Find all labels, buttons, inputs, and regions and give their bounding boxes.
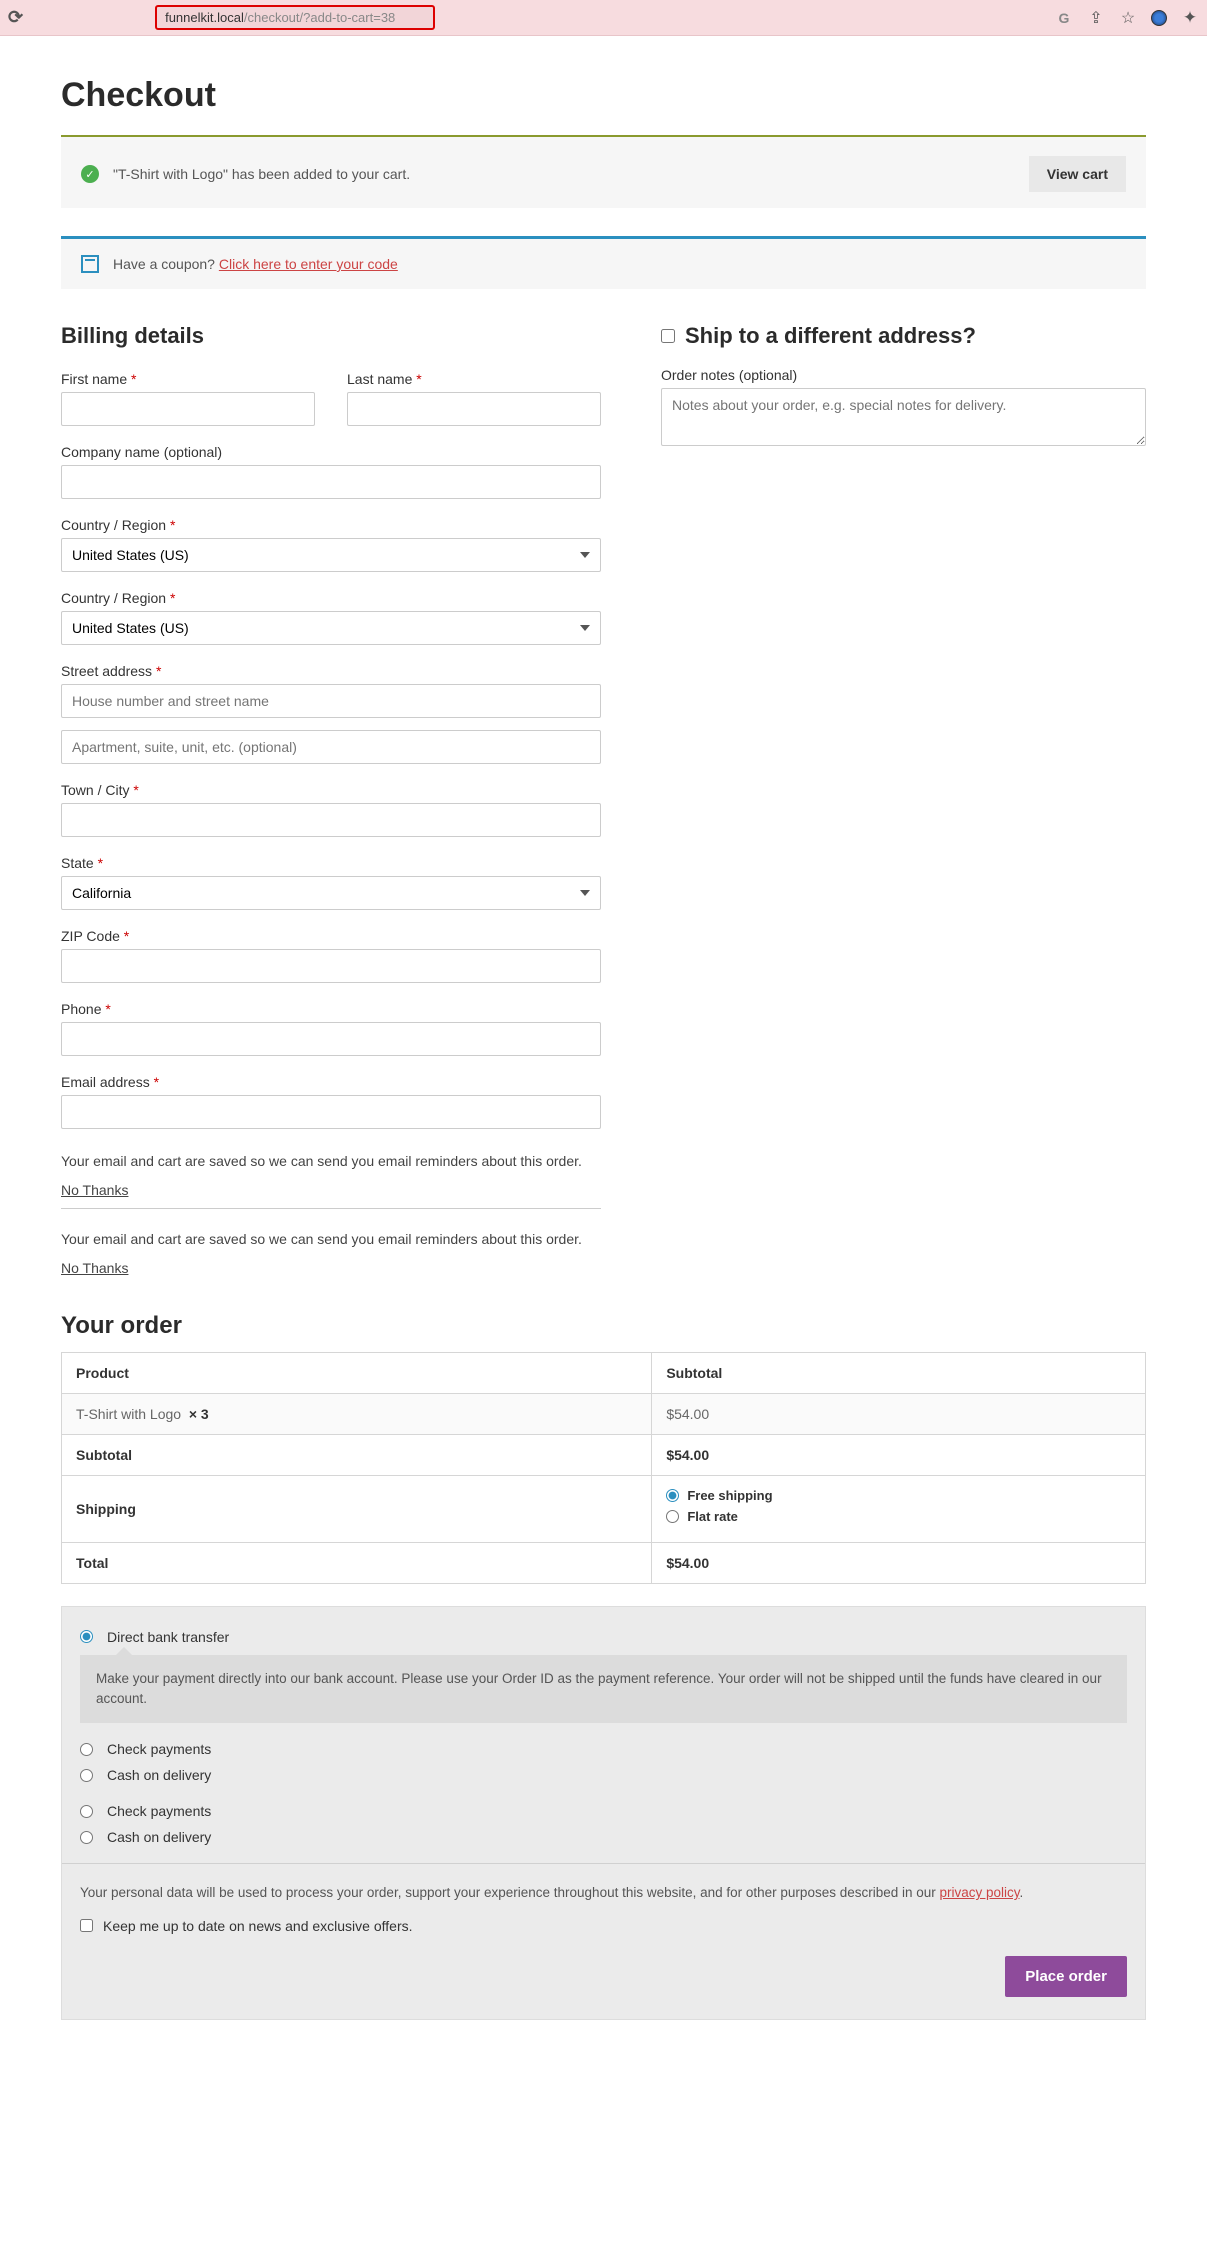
pay-check2-option[interactable]: Check payments (80, 1803, 1127, 1819)
url-path: /checkout/?add-to-cart=38 (244, 10, 395, 25)
privacy-policy-link[interactable]: privacy policy (940, 1885, 1020, 1900)
payment-divider (62, 1863, 1145, 1864)
last-name-label: Last name * (347, 371, 601, 387)
no-thanks-link-1[interactable]: No Thanks (61, 1182, 128, 1198)
newsletter-label: Keep me up to date on news and exclusive… (103, 1918, 413, 1934)
first-name-label: First name * (61, 371, 315, 387)
pay-cod2-radio[interactable] (80, 1831, 93, 1844)
pay-cod-radio[interactable] (80, 1769, 93, 1782)
pay-cod2-option[interactable]: Cash on delivery (80, 1829, 1127, 1845)
phone-label: Phone * (61, 1001, 601, 1017)
pay-check-radio[interactable] (80, 1743, 93, 1756)
ship-free-radio[interactable] (666, 1489, 679, 1502)
country-select-2[interactable]: United States (US) (61, 611, 601, 645)
last-name-input[interactable] (347, 392, 601, 426)
view-cart-button[interactable]: View cart (1029, 156, 1126, 192)
company-input[interactable] (61, 465, 601, 499)
shipping-column: Ship to a different address? Order notes… (661, 323, 1146, 1284)
pay-bank-desc: Make your payment directly into our bank… (80, 1655, 1127, 1724)
page-title: Checkout (61, 76, 1146, 115)
pay-check-label: Check payments (107, 1741, 211, 1757)
pay-cod2-label: Cash on delivery (107, 1829, 211, 1845)
email-input[interactable] (61, 1095, 601, 1129)
subtotal-label: Subtotal (62, 1434, 652, 1475)
col-product: Product (62, 1352, 652, 1393)
total-value: $54.00 (652, 1542, 1146, 1583)
ship-different-checkbox[interactable] (661, 329, 675, 343)
coupon-icon (81, 255, 99, 273)
profile-icon[interactable] (1151, 10, 1167, 26)
reload-icon[interactable]: ⟳ (8, 7, 23, 28)
state-label: State * (61, 855, 601, 871)
coupon-link[interactable]: Click here to enter your code (219, 256, 398, 272)
table-row: T-Shirt with Logo × 3 $54.00 (62, 1393, 1146, 1434)
pay-cod-label: Cash on delivery (107, 1767, 211, 1783)
street2-input[interactable] (61, 730, 601, 764)
email-reminder-note-1: Your email and cart are saved so we can … (61, 1147, 601, 1209)
zip-input[interactable] (61, 949, 601, 983)
pay-check2-radio[interactable] (80, 1805, 93, 1818)
shipping-label: Shipping (62, 1475, 652, 1542)
place-order-button[interactable]: Place order (1005, 1956, 1127, 1997)
ship-different-heading[interactable]: Ship to a different address? (661, 323, 1146, 349)
no-thanks-link-2[interactable]: No Thanks (61, 1260, 128, 1276)
country-select[interactable]: United States (US) (61, 538, 601, 572)
order-notes-textarea[interactable] (661, 388, 1146, 446)
pay-check-option[interactable]: Check payments (80, 1741, 1127, 1757)
subtotal-value: $54.00 (652, 1434, 1146, 1475)
shipping-options: Free shipping Flat rate (652, 1475, 1146, 1542)
coupon-prompt-text: Have a coupon? (113, 256, 215, 272)
country-label-2: Country / Region * (61, 590, 601, 606)
url-bar[interactable]: funnelkit.local/checkout/?add-to-cart=38 (155, 5, 435, 30)
order-table: Product Subtotal T-Shirt with Logo × 3 $… (61, 1352, 1146, 1584)
phone-input[interactable] (61, 1022, 601, 1056)
pay-bank-radio[interactable] (80, 1630, 93, 1643)
email-label: Email address * (61, 1074, 601, 1090)
city-label: Town / City * (61, 782, 601, 798)
product-qty: × 3 (189, 1406, 209, 1422)
coupon-prompt: Have a coupon? Click here to enter your … (113, 256, 398, 272)
line-subtotal: $54.00 (652, 1393, 1146, 1434)
pay-cod-option[interactable]: Cash on delivery (80, 1767, 1127, 1783)
ship-flat-radio[interactable] (666, 1510, 679, 1523)
street-label: Street address * (61, 663, 601, 679)
ship-different-label: Ship to a different address? (685, 323, 976, 349)
coupon-bar: Have a coupon? Click here to enter your … (61, 236, 1146, 289)
pay-bank-option[interactable]: Direct bank transfer (80, 1629, 1127, 1645)
payment-box: Direct bank transfer Make your payment d… (61, 1606, 1146, 2020)
newsletter-opt[interactable]: Keep me up to date on news and exclusive… (80, 1918, 1127, 1934)
billing-column: Billing details First name * Last name *… (61, 323, 601, 1284)
total-label: Total (62, 1542, 652, 1583)
street-input[interactable] (61, 684, 601, 718)
city-input[interactable] (61, 803, 601, 837)
company-label: Company name (optional) (61, 444, 601, 460)
order-heading: Your order (61, 1312, 1146, 1340)
privacy-text: Your personal data will be used to proce… (80, 1882, 1127, 1904)
bookmark-star-icon[interactable]: ☆ (1119, 9, 1137, 27)
col-subtotal: Subtotal (652, 1352, 1146, 1393)
browser-toolbar: ⟳ funnelkit.local/checkout/?add-to-cart=… (0, 0, 1207, 36)
notice-text: "T-Shirt with Logo" has been added to yo… (113, 166, 1029, 182)
url-domain: funnelkit.local (165, 10, 244, 25)
page-content: Checkout ✓ "T-Shirt with Logo" has been … (31, 36, 1176, 2060)
first-name-input[interactable] (61, 392, 315, 426)
state-select[interactable]: California (61, 876, 601, 910)
extensions-icon[interactable]: ✦ (1181, 9, 1199, 27)
ship-free-option[interactable]: Free shipping (666, 1488, 1131, 1503)
order-notes-label: Order notes (optional) (661, 367, 1146, 383)
email-reminder-note-2: Your email and cart are saved so we can … (61, 1225, 601, 1284)
share-icon[interactable]: ⇪ (1087, 9, 1105, 27)
check-icon: ✓ (81, 165, 99, 183)
pay-bank-label: Direct bank transfer (107, 1629, 229, 1645)
country-label: Country / Region * (61, 517, 601, 533)
zip-label: ZIP Code * (61, 928, 601, 944)
billing-heading: Billing details (61, 323, 601, 349)
browser-icons: G ⇪ ☆ ✦ (1055, 9, 1199, 27)
ship-flat-option[interactable]: Flat rate (666, 1509, 1131, 1524)
product-name: T-Shirt with Logo (76, 1406, 181, 1422)
cart-notice: ✓ "T-Shirt with Logo" has been added to … (61, 137, 1146, 208)
pay-check2-label: Check payments (107, 1803, 211, 1819)
google-icon[interactable]: G (1055, 9, 1073, 27)
newsletter-checkbox[interactable] (80, 1919, 93, 1932)
